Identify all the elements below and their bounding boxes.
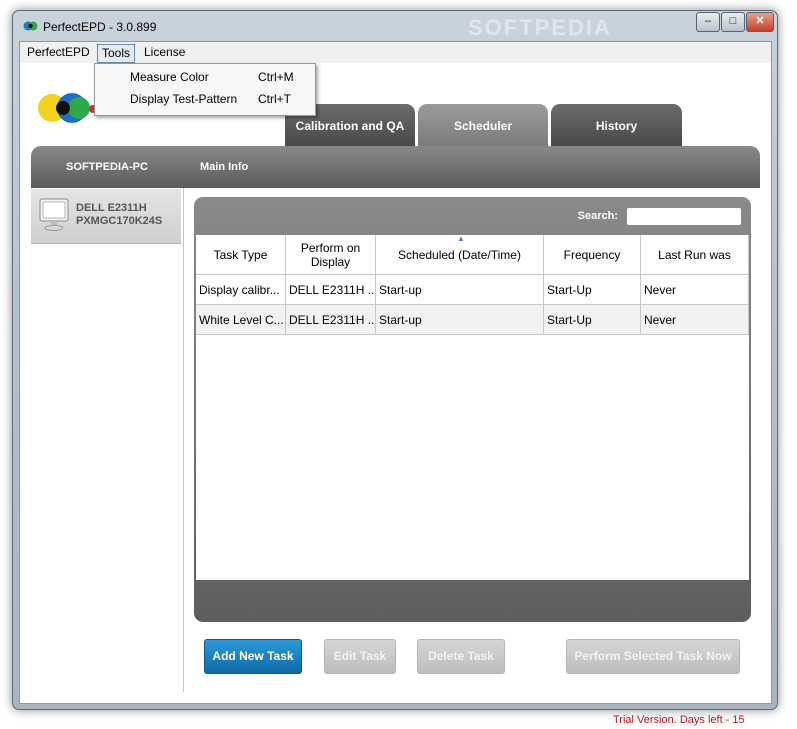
cell-last-run: Never (641, 275, 749, 305)
menu-item-measure-color[interactable]: Measure Color Ctrl+M (95, 66, 315, 88)
table-row[interactable]: Display calibr... DELL E2311H ... Start-… (196, 275, 749, 305)
table-row[interactable]: White Level C... DELL E2311H ... Start-u… (196, 305, 749, 335)
cell-frequency: Start-Up (544, 305, 641, 335)
perform-task-now-button[interactable]: Perform Selected Task Now (566, 639, 740, 674)
close-button[interactable]: ✕ (746, 12, 774, 32)
table-footer (196, 580, 749, 618)
column-header-frequency[interactable]: Frequency (544, 235, 641, 275)
menu-item-display-test-pattern[interactable]: Display Test-Pattern Ctrl+T (95, 88, 315, 110)
column-header-perform-on-display[interactable]: Perform on Display (286, 235, 376, 275)
menu-bar: PerfectEPD Tools License (20, 42, 771, 63)
column-header-label: Scheduled (Date/Time) (398, 247, 521, 262)
table-header-row: Task Type Perform on Display Scheduled (… (196, 234, 749, 275)
minimize-button[interactable]: – (696, 12, 720, 32)
task-table: Task Type Perform on Display Scheduled (… (196, 234, 749, 580)
device-item[interactable]: DELL E2311H PXMGC170K24S (31, 189, 181, 244)
watermark: SOFTPEDIA (468, 15, 612, 40)
search-label: Search: (577, 210, 618, 222)
cell-last-run: Never (641, 305, 749, 335)
tab-scheduler[interactable]: Scheduler (418, 104, 548, 148)
menu-license[interactable]: License (140, 44, 189, 61)
maximize-button[interactable]: □ (721, 12, 745, 32)
panel-divider (183, 188, 184, 692)
menu-item-shortcut: Ctrl+M (258, 70, 294, 84)
sort-ascending-icon: ▲ (457, 234, 465, 243)
main-info-title: Main Info (200, 161, 249, 173)
menu-item-label: Display Test-Pattern (130, 92, 238, 106)
computer-name-header: SOFTPEDIA-PC (31, 146, 183, 188)
column-header-task-type[interactable]: Task Type (196, 235, 286, 275)
device-serial: PXMGC170K24S (76, 215, 163, 227)
search-input[interactable] (626, 207, 742, 226)
monitor-icon (39, 198, 69, 231)
cell-task-type: White Level C... (196, 305, 286, 335)
menu-item-label: Measure Color (130, 70, 209, 84)
main-info-header: Main Info (183, 146, 760, 188)
trial-status: Trial Version. Days left - 15 (613, 714, 745, 726)
cell-display: DELL E2311H ... (286, 305, 376, 335)
app-window: PerfectEPD - 3.0.899 SOFTPEDIA – □ ✕ Per… (12, 10, 778, 726)
tab-history[interactable]: History (551, 104, 682, 148)
task-grid-panel: Search: Task Type Perform on Display Sch… (194, 197, 751, 622)
title-bar[interactable]: PerfectEPD - 3.0.899 SOFTPEDIA – □ ✕ (13, 11, 777, 41)
client-area: PerfectEPD Tools License Measure Color C… (19, 41, 772, 726)
menu-item-shortcut: Ctrl+T (258, 92, 291, 106)
window-title: PerfectEPD - 3.0.899 (43, 20, 157, 34)
edit-task-button[interactable]: Edit Task (324, 639, 396, 674)
cell-scheduled: Start-up (376, 305, 544, 335)
cell-display: DELL E2311H ... (286, 275, 376, 305)
cell-task-type: Display calibr... (196, 275, 286, 305)
column-header-last-run[interactable]: Last Run was (641, 235, 749, 275)
app-logo-icon (23, 21, 38, 31)
device-model: DELL E2311H (76, 202, 147, 214)
tools-dropdown: Measure Color Ctrl+M Display Test-Patter… (94, 63, 316, 116)
add-new-task-button[interactable]: Add New Task (204, 639, 302, 674)
cell-frequency: Start-Up (544, 275, 641, 305)
cell-scheduled: Start-up (376, 275, 544, 305)
menu-tools[interactable]: Tools (97, 44, 136, 63)
delete-task-button[interactable]: Delete Task (417, 639, 505, 674)
menu-perfectepd[interactable]: PerfectEPD (23, 44, 94, 61)
